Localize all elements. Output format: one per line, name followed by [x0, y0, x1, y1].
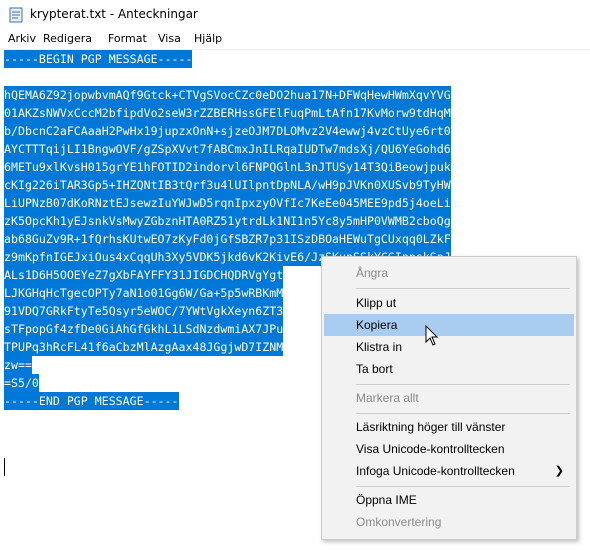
text-line: LiUPNzB07dKoRNztEJsewzIuYWJwD5rqnIpxzyOV… — [4, 194, 451, 212]
text-line: -----END PGP MESSAGE----- — [4, 392, 179, 410]
menu-format[interactable]: Format — [108, 32, 147, 45]
menu-separator — [356, 288, 570, 289]
text-line: TPUPq3hRcFL41f6aCbzMlAzgAax48JGgjwD7IZNM — [4, 338, 284, 356]
text-line: ALs1D6H5OOEYeZ7gXbFAYFFY31JIGDCHQDRVgYgt — [4, 266, 284, 284]
menu-item-reconversion[interactable]: Omkonvertering — [324, 511, 574, 533]
notepad-icon — [9, 7, 23, 23]
menu-item-select-all[interactable]: Markera allt — [324, 387, 574, 409]
text-line: zw== — [4, 356, 32, 374]
text-line: b/DbcnC2aFCAaaH2PwHx19jupzxOnN+sjzeOJM7D… — [4, 122, 451, 140]
text-line: zK5OpcKh1yEJsnkVsMwyZGbznHTA0RZ51ytrdLk1… — [4, 212, 451, 230]
mouse-pointer-icon — [425, 325, 439, 346]
text-caret — [4, 458, 5, 476]
menu-arkiv[interactable]: Arkiv — [8, 32, 36, 45]
text-line: ab68GuZv9R+1fQrhsKUtwEO7zKyFd0jGfSBZR7p3… — [4, 230, 451, 248]
menu-item-label: Omkonvertering — [356, 515, 442, 529]
menu-separator — [356, 413, 570, 414]
menu-item-label: Ta bort — [356, 362, 393, 376]
context-menu: Ångra Klipp ut Kopiera Klistra in Ta bor… — [321, 256, 577, 540]
text-line: LJKGHqHcTgecOPTy7aN1o01Gg6W/Ga+5p5wRBKmM — [4, 284, 284, 302]
menu-item-open-ime[interactable]: Öppna IME — [324, 489, 574, 511]
menu-item-copy[interactable]: Kopiera — [324, 314, 574, 336]
menu-item-delete[interactable]: Ta bort — [324, 358, 574, 380]
menu-hjalp[interactable]: Hjälp — [194, 32, 222, 45]
menu-item-insert-unicode[interactable]: Infoga Unicode-kontrolltecken ❯ — [324, 460, 574, 482]
text-line: cKIg226iTAR3Gp5+IHZQNtIB3tQrf3u4lUIlpntD… — [4, 176, 451, 194]
menu-separator — [356, 486, 570, 487]
text-line: 6METu9xlKvsH015grYE1hFOTID2indorvl6FNPQG… — [4, 158, 451, 176]
menu-bar: Arkiv Redigera Format Visa Hjälp — [0, 30, 590, 50]
menu-item-paste[interactable]: Klistra in — [324, 336, 574, 358]
menu-separator — [356, 384, 570, 385]
menu-item-label: Läsriktning höger till vänster — [356, 420, 506, 434]
menu-item-undo[interactable]: Ångra — [324, 262, 574, 284]
text-line: -----BEGIN PGP MESSAGE----- — [4, 50, 193, 68]
window-title: krypterat.txt - Anteckningar — [30, 7, 198, 21]
title-bar: krypterat.txt - Anteckningar — [0, 0, 590, 30]
menu-item-show-unicode[interactable]: Visa Unicode-kontrolltecken — [324, 438, 574, 460]
menu-item-label: Infoga Unicode-kontrolltecken — [356, 464, 515, 478]
menu-item-label: Klipp ut — [356, 296, 397, 310]
menu-item-label: Öppna IME — [356, 493, 417, 507]
menu-item-label: Klistra in — [356, 340, 403, 354]
text-line: sTFpopGf4zfDe0GiAhGfGkhL1LSdNzdwmiAX7JPu — [4, 320, 284, 338]
menu-item-cut[interactable]: Klipp ut — [324, 292, 574, 314]
menu-visa[interactable]: Visa — [158, 32, 181, 45]
chevron-right-icon: ❯ — [554, 465, 564, 477]
menu-item-label: Ångra — [356, 266, 389, 280]
menu-redigera[interactable]: Redigera — [43, 32, 92, 45]
menu-item-label: Visa Unicode-kontrolltecken — [356, 442, 505, 456]
menu-item-label: Markera allt — [356, 391, 419, 405]
text-line: hQEMA6Z92jopwbvmAQf9Gtck+CTVgSVocCZc0eDO… — [4, 86, 451, 104]
text-line: 01AKZsNWVxCccM2bfipdVo2seW3rZZBERHssGFEl… — [4, 104, 451, 122]
menu-item-label: Kopiera — [356, 318, 398, 332]
text-line: 91VDQ7GRkFtyTe5Qsyr5eWOC/7YWtVgkXeyn6ZT3 — [4, 302, 284, 320]
text-line: AYCTTTqijLI1BngwOVF/gZSpXVvt7fABCmxJnILR… — [4, 140, 451, 158]
text-line: =S5/0 — [4, 374, 39, 392]
menu-item-rtl-reading[interactable]: Läsriktning höger till vänster — [324, 416, 574, 438]
